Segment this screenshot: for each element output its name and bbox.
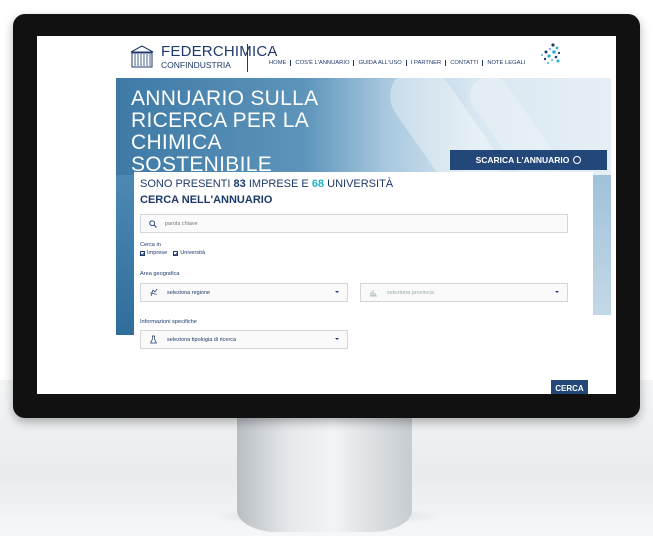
nav-contacts[interactable]: CONTATTI [445,60,482,66]
search-in-options: Imprese Università [140,250,205,256]
hero-title: ANNUARIO SULLA RICERCA PER LA CHIMICA SO… [131,87,361,176]
count-prefix: SONO PRESENTI [140,178,231,190]
checkbox-label: Imprese [147,250,168,256]
download-button-label: SCARICA L'ANNUARIO [475,155,570,165]
map-pin-icon [149,288,158,297]
monitor-frame: FEDERCHIMICA CONFINDUSTRIA HOME COS'È L'… [13,14,640,418]
check-icon [140,250,145,256]
logo-divider [247,44,248,72]
caret-down-icon [555,291,559,293]
background-strip-left [116,175,134,335]
search-in-label: Cerca in [140,242,161,248]
caret-down-icon [335,291,339,293]
area-label: Area geografica [140,271,180,277]
count-middle: IMPRESE E [248,178,309,190]
hero-banner: ANNUARIO SULLA RICERCA PER LA CHIMICA SO… [116,78,611,175]
count-suffix: UNIVERSITÀ [327,178,394,190]
hero-title-line: RICERCA PER LA [131,109,310,132]
nav-about[interactable]: COS'È L'ANNUARIO [290,60,353,66]
search-title: CERCA NELL'ANNUARIO [140,194,273,206]
check-icon [173,250,179,256]
nav-home[interactable]: HOME [265,60,290,66]
download-annuario-button[interactable]: SCARICA L'ANNUARIO [450,150,607,170]
research-type-placeholder: seleziona tipologia di ricerca [167,336,237,343]
brand-subtitle: CONFINDUSTRIA [161,60,231,71]
search-panel: SONO PRESENTI 83 IMPRESE E 68 UNIVERSITÀ… [134,172,593,394]
checkbox-label: Università [180,250,206,256]
province-placeholder: seleziona provincia [387,289,434,296]
hero-title-line: CHIMICA SOSTENIBILE [131,131,273,176]
info-label: Informazioni specifiche [140,319,197,325]
molecule-dots-icon [540,43,561,64]
download-circle-icon [573,156,582,164]
search-submit-button[interactable]: CERCA [551,380,588,394]
region-placeholder: seleziona regione [167,289,211,296]
federchimica-logo[interactable]: FEDERCHIMICA CONFINDUSTRIA [129,44,278,70]
hero-title-line: ANNUARIO SULLA [131,87,319,110]
search-icon [149,219,157,228]
province-select[interactable]: seleziona provincia [360,283,568,302]
brand-name: FEDERCHIMICA [161,43,278,61]
site-header: FEDERCHIMICA CONFINDUSTRIA HOME COS'È L'… [37,36,616,82]
nav-guide[interactable]: GUIDA ALL'USO [353,60,405,66]
background-strip-right [593,175,611,315]
checkbox-universities[interactable]: Università [173,250,205,256]
monitor-screen: FEDERCHIMICA CONFINDUSTRIA HOME COS'È L'… [37,36,616,394]
universities-count: 68 [311,178,325,190]
region-select[interactable]: seleziona regione [140,283,348,302]
companies-count: 83 [233,178,246,190]
keyword-placeholder: parola chiave [165,220,198,227]
research-type-select[interactable]: seleziona tipologia di ricerca [140,330,348,349]
checkbox-companies[interactable]: Imprese [140,250,167,256]
results-count: SONO PRESENTI 83 IMPRESE E 68 UNIVERSITÀ [140,178,393,190]
nav-partners[interactable]: I PARTNER [405,60,445,66]
monitor-stand [237,402,412,532]
province-icon [370,290,377,297]
flask-icon [149,335,158,344]
building-logo-icon [130,45,154,68]
caret-down-icon [335,338,339,340]
keyword-search-input[interactable]: parola chiave [140,214,568,233]
main-nav: HOME COS'È L'ANNUARIO GUIDA ALL'USO I PA… [265,60,529,66]
nav-legal[interactable]: NOTE LEGALI [482,60,529,66]
